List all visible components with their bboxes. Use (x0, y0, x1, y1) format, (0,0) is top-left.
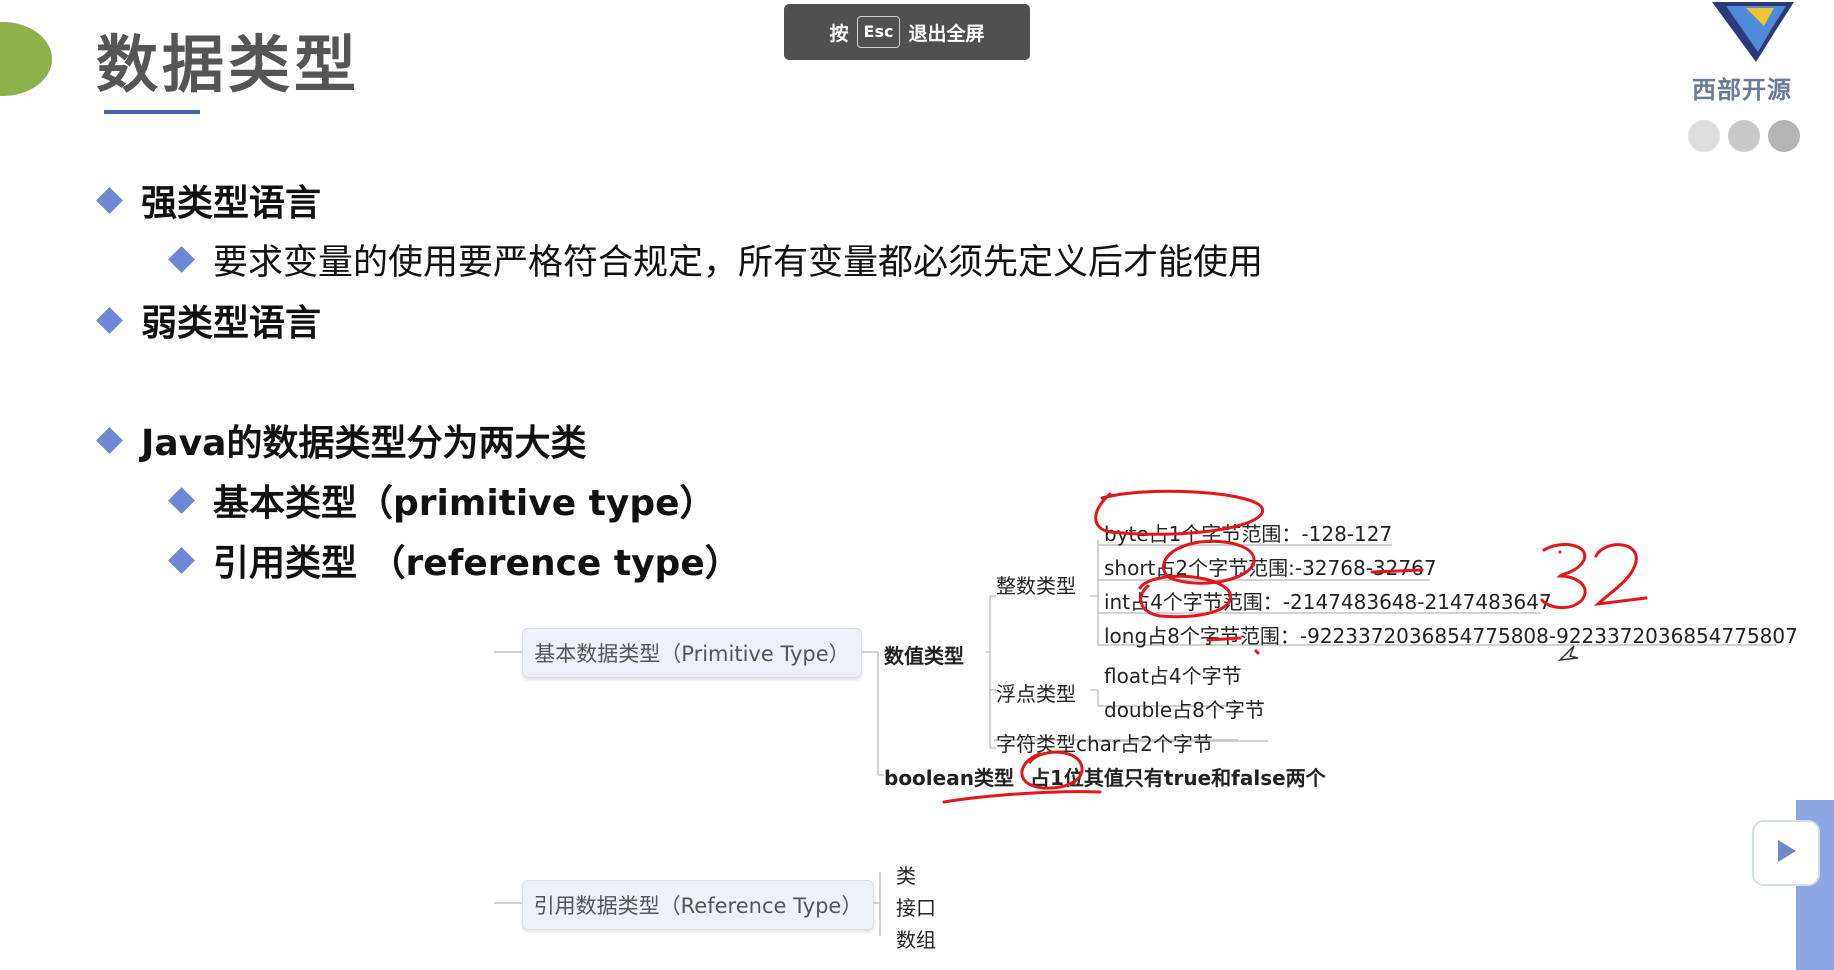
underline-32767 (1370, 568, 1424, 574)
digit-3 (1540, 543, 1587, 609)
mark-dot (1254, 649, 1260, 655)
digit-2b (1593, 543, 1648, 607)
underline-boolean (942, 790, 1102, 804)
circle-byte (1094, 489, 1264, 536)
play-icon (1778, 840, 1796, 862)
red-annotations: 32 (942, 489, 1648, 804)
cursor-icon (1557, 645, 1579, 661)
underline-int (1206, 636, 1242, 642)
circle-1 (1020, 750, 1084, 790)
